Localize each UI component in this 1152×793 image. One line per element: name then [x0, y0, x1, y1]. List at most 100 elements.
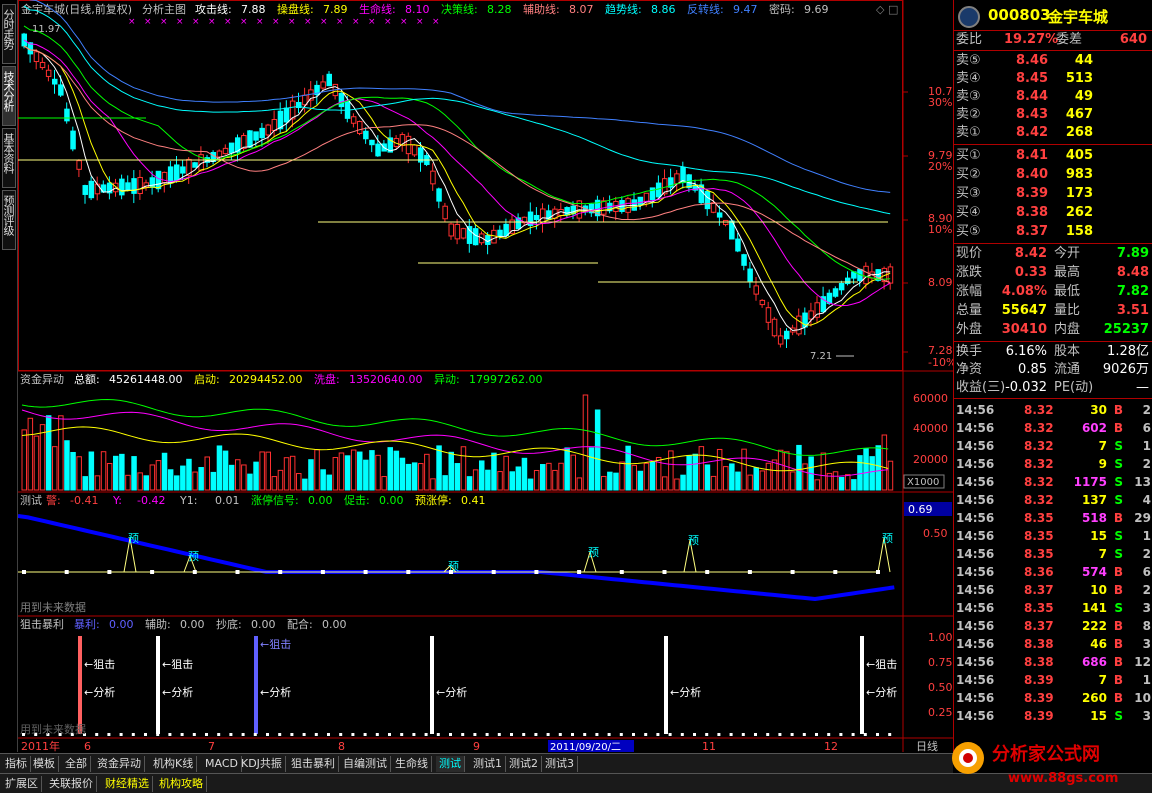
volume-bar — [607, 471, 613, 491]
candle-body — [735, 238, 741, 252]
tick-count: 1 — [1142, 439, 1151, 453]
tick-side: B — [1113, 619, 1123, 633]
volume-bar — [741, 448, 747, 491]
restore-icon[interactable]: ◇ — [876, 3, 885, 16]
volume-bar — [326, 474, 332, 491]
tab-forecast[interactable]: 预测评级 — [2, 190, 16, 250]
snipe-bar — [78, 636, 82, 734]
tick-row[interactable]: 14:56 8.32 1175 S 13 — [954, 473, 1152, 491]
volume-bar — [838, 477, 845, 491]
analyze-label: ←分析 — [436, 685, 467, 699]
volume-bar — [204, 456, 210, 491]
volume-bar — [174, 475, 180, 491]
tick-row[interactable]: 14:56 8.37 10 B 2 — [954, 581, 1152, 599]
indicator-tab-11[interactable]: 测试1 — [470, 756, 506, 772]
candle-body — [167, 166, 174, 184]
candle-body — [94, 183, 101, 195]
tick-row[interactable]: 14:56 8.35 141 S 3 — [954, 599, 1152, 617]
volume-bar — [39, 424, 46, 491]
tick-row[interactable]: 14:56 8.37 222 B 8 — [954, 617, 1152, 635]
tick-side: B — [1113, 403, 1123, 417]
tick-row[interactable]: 14:56 8.32 7 S 1 — [954, 437, 1152, 455]
indicator-tab-9[interactable]: 生命线 — [392, 756, 432, 772]
indicator-tab-1[interactable]: 模板 — [30, 756, 59, 772]
tick-volume: 141 — [1081, 601, 1107, 615]
indicator-label-4: 辅助线: — [523, 2, 560, 16]
tick-row[interactable]: 14:56 8.39 15 S 3 — [954, 707, 1152, 725]
extension-tab-3[interactable]: 机构攻略 — [156, 776, 207, 792]
tab-fundamentals[interactable]: 基本资料 — [2, 128, 16, 188]
indicator-tab-12[interactable]: 测试2 — [506, 756, 542, 772]
tab-intraday[interactable]: 分时走势 — [2, 4, 16, 64]
indicator-tab-8[interactable]: 自编测试 — [340, 756, 391, 772]
tick-row[interactable]: 14:56 8.35 518 B 29 — [954, 509, 1152, 527]
tick-row[interactable]: 14:56 8.35 15 S 1 — [954, 527, 1152, 545]
tick-row[interactable]: 14:56 8.32 9 S 2 — [954, 455, 1152, 473]
chart-area[interactable]: 金宇车城(日线,前复权) 分析主图 攻击线: 7.88 操盘线: 7.89 生命线: 8.… — [17, 0, 960, 753]
tick-row[interactable]: 14:56 8.32 137 S 4 — [954, 491, 1152, 509]
tick-row[interactable]: 14:56 8.32 602 B 6 — [954, 419, 1152, 437]
volume-bar — [283, 457, 290, 491]
snipe-dot — [766, 733, 770, 736]
test-dot — [235, 570, 240, 574]
volume-bar — [588, 447, 595, 491]
test-chart[interactable]: 预预预预预预 — [17, 514, 895, 602]
signal-mark: × — [176, 17, 184, 27]
snipe-chart[interactable]: ←狙击 ←分析 ←狙击 ←分析 ←狙击 ←分析 ←分析 ←分析 ←狙击 ←分析 — [22, 636, 897, 736]
volume-bar — [155, 460, 162, 491]
volume-bar — [21, 429, 27, 491]
extension-tab-2[interactable]: 财经精选 — [102, 776, 153, 792]
tick-volume: 137 — [1081, 493, 1107, 507]
snipe-dot — [339, 733, 343, 736]
snipe-dot — [217, 733, 221, 736]
extension-tab-0[interactable]: 扩展区 — [2, 776, 42, 792]
volume-bar — [533, 469, 540, 491]
snipe-dot — [839, 733, 843, 736]
stat-value: 6.16% — [1005, 344, 1047, 359]
tick-row[interactable]: 14:56 8.39 7 B 1 — [954, 671, 1152, 689]
indicator-tab-10[interactable]: 测试 — [436, 756, 465, 772]
candle-body — [363, 130, 369, 140]
indicator-tab-2[interactable]: 全部 — [62, 756, 91, 772]
indicator-tab-6[interactable]: KDJ共振 — [238, 756, 286, 772]
tick-time: 14:56 — [956, 511, 995, 525]
indicator-tab-0[interactable]: 指标 — [2, 756, 31, 772]
tick-count: 3 — [1142, 601, 1151, 615]
tick-row[interactable]: 14:56 8.35 7 S 2 — [954, 545, 1152, 563]
indicator-tab-3[interactable]: 资金异动 — [94, 756, 145, 772]
tick-count: 2 — [1142, 547, 1151, 561]
extension-tab-1[interactable]: 关联报价 — [46, 776, 97, 792]
tick-price: 8.32 — [1024, 439, 1054, 453]
indicator-tab-7[interactable]: 狙击暴利 — [288, 756, 339, 772]
volume-bar — [668, 450, 674, 491]
stat-label: 涨幅 — [956, 284, 983, 299]
volume-bar — [289, 455, 296, 491]
tick-row[interactable]: 14:56 8.32 30 B 2 — [954, 401, 1152, 419]
indicator-tab-4[interactable]: 机构K线 — [150, 756, 198, 772]
indicator-tab-5[interactable]: MACD — [202, 756, 242, 772]
tick-row[interactable]: 14:56 8.36 574 B 6 — [954, 563, 1152, 581]
candlestick-chart[interactable]: × × × × × × × × × × × × × × × × × × × × — [18, 0, 894, 348]
ask-volume: 49 — [1074, 89, 1093, 104]
tick-row[interactable]: 14:56 8.39 260 B 10 — [954, 689, 1152, 707]
snipe-dot — [705, 733, 709, 736]
volume-bar — [381, 476, 387, 491]
indicator-tab-13[interactable]: 测试3 — [542, 756, 578, 772]
volume-bar — [454, 463, 461, 491]
volume-bar — [479, 460, 485, 491]
period-label[interactable]: 日线 — [916, 739, 938, 753]
stock-code: 000803 — [988, 6, 1051, 24]
volume-chart[interactable] — [21, 394, 894, 491]
stat-row: 收益(三) -0.032 PE(动) — — [954, 379, 1152, 397]
snipe-bar — [664, 636, 668, 734]
bid-label: 买④ — [956, 205, 981, 220]
stat-value: 0.85 — [1018, 362, 1047, 377]
tab-technical[interactable]: 技术分析 — [2, 66, 16, 126]
tick-row[interactable]: 14:56 8.38 46 B 3 — [954, 635, 1152, 653]
stat-label: 今开 — [1054, 246, 1081, 261]
close-panel-icon[interactable]: □ — [888, 3, 898, 16]
volume-stat-value-1: 20294452.00 — [229, 373, 302, 386]
ask-volume: 513 — [1065, 71, 1093, 86]
volume-bar — [405, 463, 412, 491]
tick-row[interactable]: 14:56 8.38 686 B 12 — [954, 653, 1152, 671]
